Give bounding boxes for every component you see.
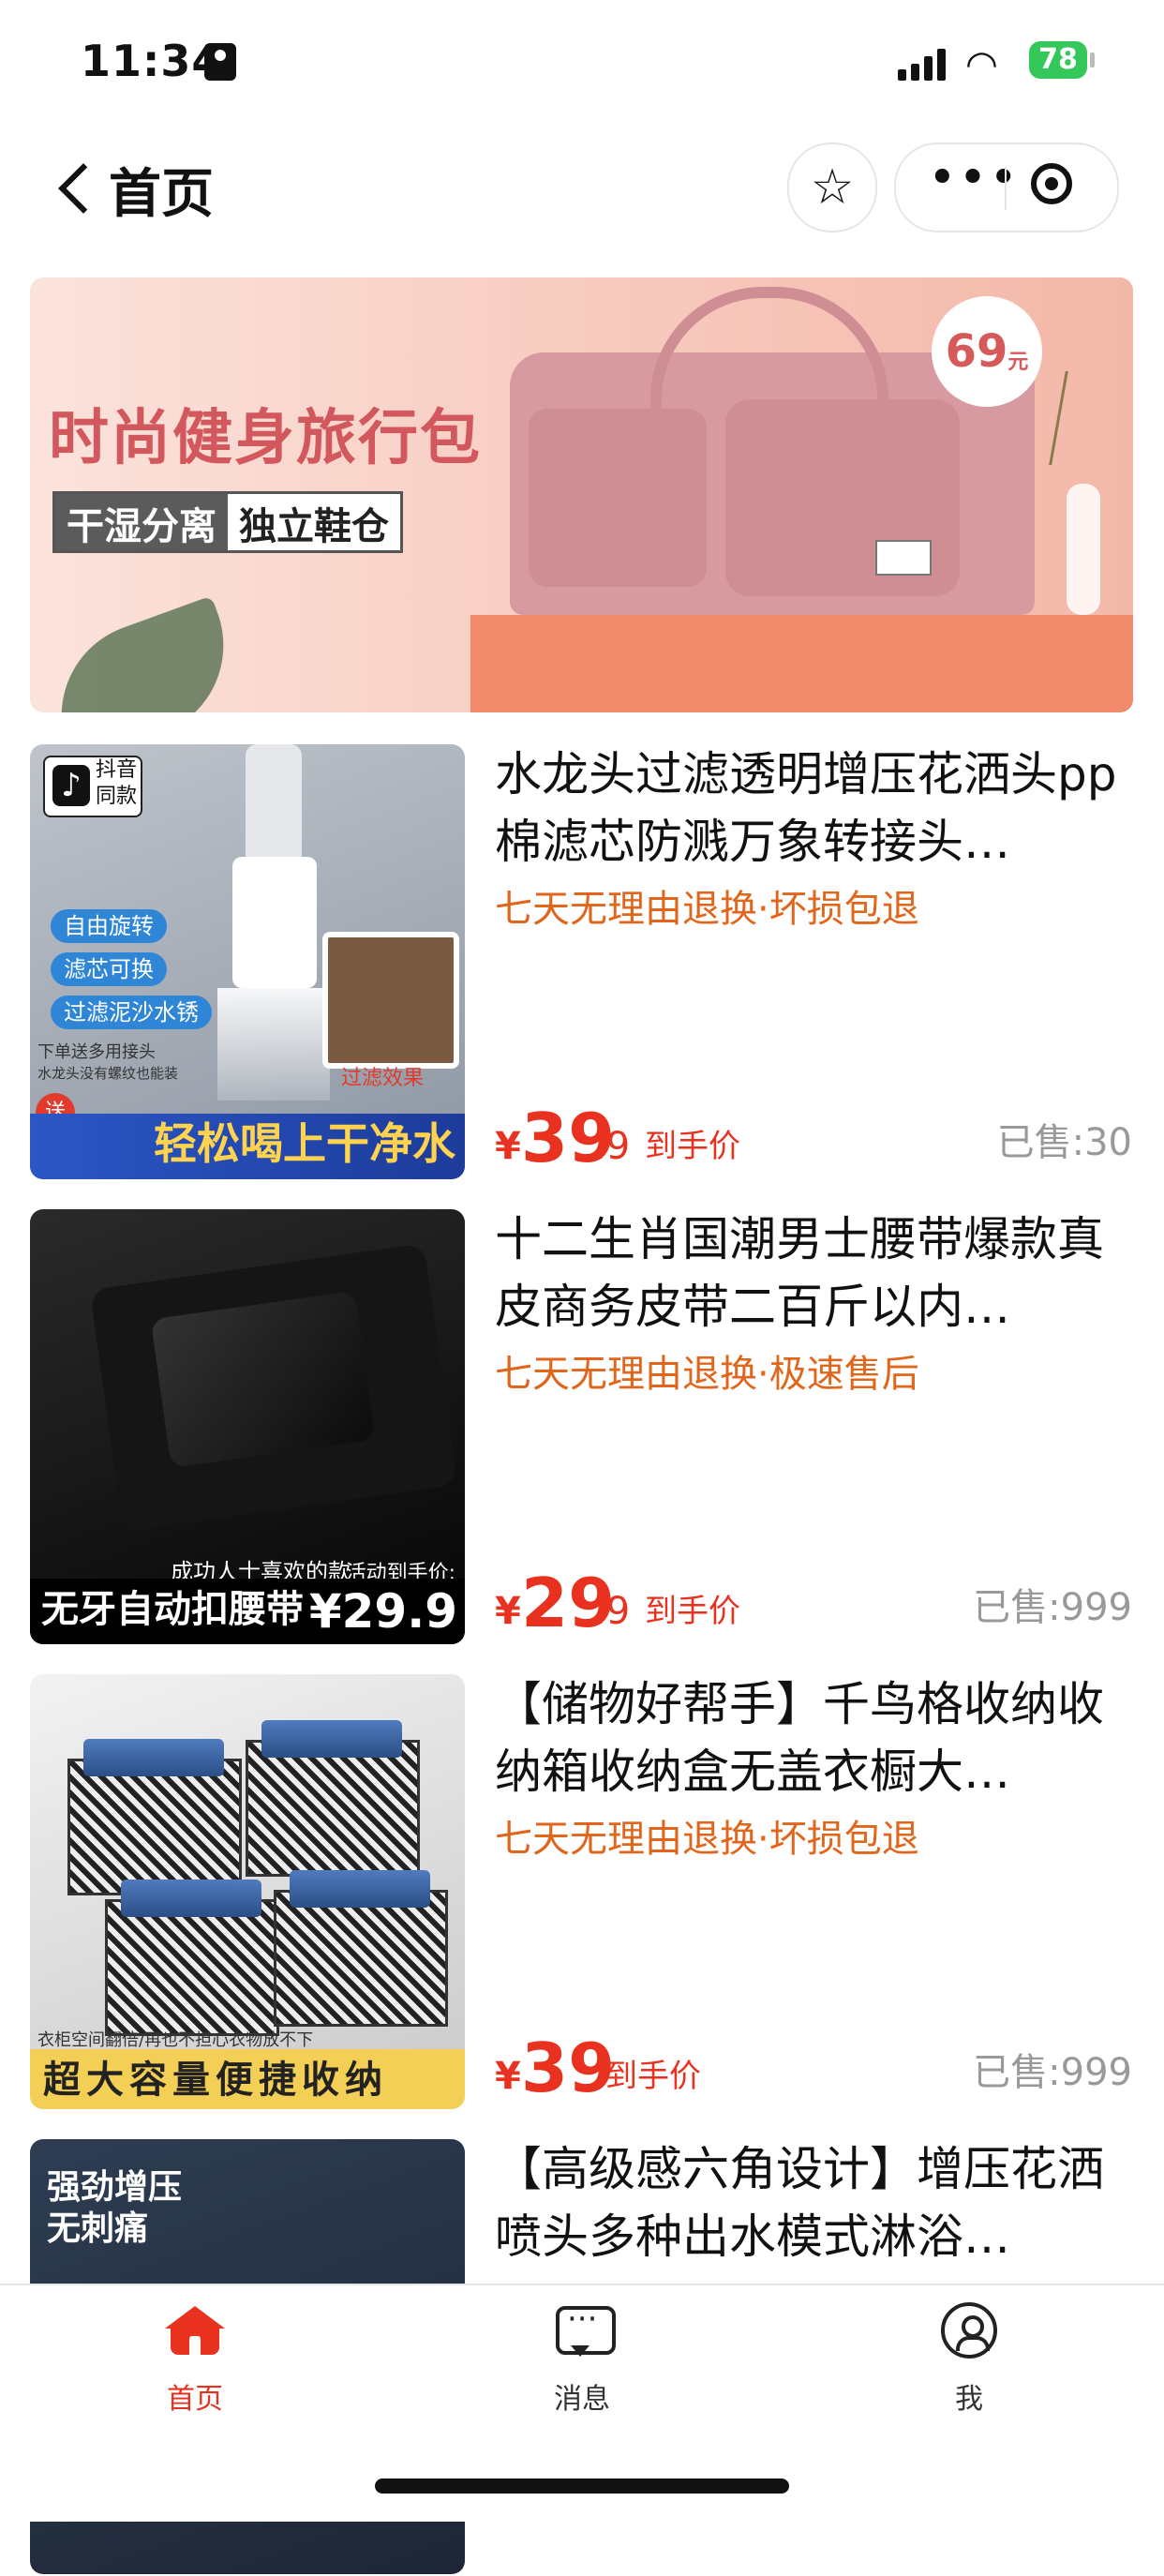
product-item[interactable]: 衣柜空间翻倍/再也不担心衣物放不下 超大容量便捷收纳 【储物好帮手】千鸟格收纳收… xyxy=(0,1670,1164,2111)
banner-features: 干湿分离 独立鞋仓 xyxy=(52,491,403,553)
promo-banner[interactable]: 时尚健身旅行包 干湿分离 独立鞋仓 69 元 xyxy=(30,277,1133,712)
product-item[interactable]: 成功人士喜欢的款 活动到手价: 无牙自动扣腰带 ¥29.9 十二生肖国潮男士腰带… xyxy=(0,1206,1164,1646)
price-suffix: 到手价 xyxy=(645,1128,740,1165)
filter-effect-label: 过滤效果 xyxy=(341,1067,425,1090)
tab-messages[interactable]: 消息 xyxy=(507,2300,657,2441)
price-row: ¥ 39 到手价 已售:999 xyxy=(495,2029,1132,2107)
banner-price-badge: 69 元 xyxy=(932,296,1042,407)
banner-price-unit: 元 xyxy=(1007,351,1029,374)
profile-icon xyxy=(941,2302,997,2359)
storage-box-image xyxy=(49,1720,448,2036)
gift-note: 下单送多用接头 水龙头没有螺纹也能装 xyxy=(37,1042,179,1082)
top-nav-bar: 首页 ☆ ••• xyxy=(0,131,1164,244)
product-title[interactable]: 水龙头过滤透明增压花洒头pp棉滤芯防溅万象转接头… xyxy=(495,741,1132,876)
price-row: ¥ 29 .9 到手价 已售:999 xyxy=(495,1564,1132,1642)
status-bar: 11:34 ◠ 78 xyxy=(0,0,1164,131)
star-icon: ☆ xyxy=(810,159,855,216)
currency-symbol: ¥ xyxy=(495,2055,521,2098)
leaf-decoration xyxy=(35,595,250,712)
person-badge-icon xyxy=(204,43,236,81)
product-title[interactable]: 【储物好帮手】千鸟格收纳收纳箱收纳盒无盖衣橱大… xyxy=(495,1670,1132,1805)
product-info: 水龙头过滤透明增压花洒头pp棉滤芯防溅万象转接头… 七天无理由退换·坏损包退 ¥… xyxy=(495,741,1132,1177)
thumbnail-strip: 轻松喝上干净水 xyxy=(30,1114,465,1179)
price-row: ¥ 39 .9 到手价 已售:30 xyxy=(495,1099,1132,1177)
price-suffix: 到手价 xyxy=(645,1593,740,1630)
product-info: 【储物好帮手】千鸟格收纳收纳箱收纳盒无盖衣橱大… 七天无理由退换·坏损包退 ¥ … xyxy=(495,1670,1132,2107)
tab-home-label: 首页 xyxy=(167,2383,223,2416)
service-tag: 七天无理由退换·坏损包退 xyxy=(495,1818,919,1861)
thumbnail-strip: 无牙自动扣腰带 ¥29.9 xyxy=(30,1579,465,1644)
product-thumbnail[interactable]: 衣柜空间翻倍/再也不担心衣物放不下 超大容量便捷收纳 xyxy=(30,1674,465,2109)
product-item[interactable]: 抖音 同款 自由旋转 滤芯可换 过滤泥沙水锈 过滤效果 下单送多用接头 水龙头没… xyxy=(0,741,1164,1181)
thumbnail-strip: 超大容量便捷收纳 xyxy=(30,2049,465,2109)
feature-chip: 自由旋转 xyxy=(51,909,167,943)
home-indicator xyxy=(375,2479,789,2494)
banner-feature-b: 独立鞋仓 xyxy=(228,494,400,550)
tab-me[interactable]: 我 xyxy=(894,2300,1044,2441)
filter-effect-image xyxy=(322,932,459,1069)
product-title[interactable]: 十二生肖国潮男士腰带爆款真皮商务皮带二百斤以内… xyxy=(495,1206,1132,1340)
table-surface xyxy=(470,615,1133,712)
tab-me-label: 我 xyxy=(955,2383,983,2416)
banner-headline: 时尚健身旅行包 xyxy=(49,404,482,473)
sold-count: 已售:999 xyxy=(973,1586,1132,1629)
currency-symbol: ¥ xyxy=(495,1590,521,1633)
home-icon xyxy=(165,2306,225,2355)
belt-image xyxy=(89,1243,458,1532)
product-thumbnail[interactable]: 成功人士喜欢的款 活动到手价: 无牙自动扣腰带 ¥29.9 xyxy=(30,1209,465,1644)
tab-home[interactable]: 首页 xyxy=(120,2300,270,2441)
price-integer: 39 xyxy=(521,2029,616,2107)
battery-indicator: 78 xyxy=(1029,41,1095,79)
status-time: 11:34 xyxy=(81,36,223,86)
service-tag: 七天无理由退换·坏损包退 xyxy=(495,888,919,931)
product-info: 十二生肖国潮男士腰带爆款真皮商务皮带二百斤以内… 七天无理由退换·极速售后 ¥ … xyxy=(495,1206,1132,1642)
vase-decoration xyxy=(1067,484,1100,615)
price-decimal: .9 xyxy=(594,1590,631,1633)
miniprogram-capsule: ••• xyxy=(894,142,1119,232)
feature-chip: 过滤泥沙水锈 xyxy=(51,996,212,1029)
capsule-divider xyxy=(1005,167,1007,210)
back-button[interactable] xyxy=(51,157,101,217)
price-decimal: .9 xyxy=(594,1125,631,1168)
banner-price: 69 xyxy=(945,325,1008,378)
product-thumbnail[interactable]: 抖音 同款 自由旋转 滤芯可换 过滤泥沙水锈 过滤效果 下单送多用接头 水龙头没… xyxy=(30,744,465,1179)
product-title[interactable]: 【高级感六角设计】增压花洒喷头多种出水模式淋浴… xyxy=(495,2135,1132,2270)
feature-chip: 滤芯可换 xyxy=(51,952,167,986)
favorite-star-button[interactable]: ☆ xyxy=(787,142,877,232)
service-tag: 七天无理由退换·极速售后 xyxy=(495,1353,919,1396)
banner-feature-a: 干湿分离 xyxy=(55,494,228,550)
currency-symbol: ¥ xyxy=(495,1125,521,1168)
sold-count: 已售:30 xyxy=(996,1121,1132,1164)
sold-count: 已售:999 xyxy=(973,2051,1132,2094)
tab-messages-label: 消息 xyxy=(554,2383,610,2416)
close-miniprogram-button[interactable] xyxy=(1031,163,1072,204)
page-title: 首页 xyxy=(109,164,214,225)
cellular-signal-icon xyxy=(898,47,947,81)
wifi-icon: ◠ xyxy=(965,43,998,86)
price-suffix: 到手价 xyxy=(605,2058,701,2095)
thumbnail-caption: 衣柜空间翻倍/再也不担心衣物放不下 xyxy=(37,2030,314,2050)
flower-decoration xyxy=(1049,371,1133,465)
douyin-badge: 抖音 同款 xyxy=(43,756,142,817)
thumbnail-caption: 强劲增压 无刺痛 xyxy=(47,2168,183,2248)
